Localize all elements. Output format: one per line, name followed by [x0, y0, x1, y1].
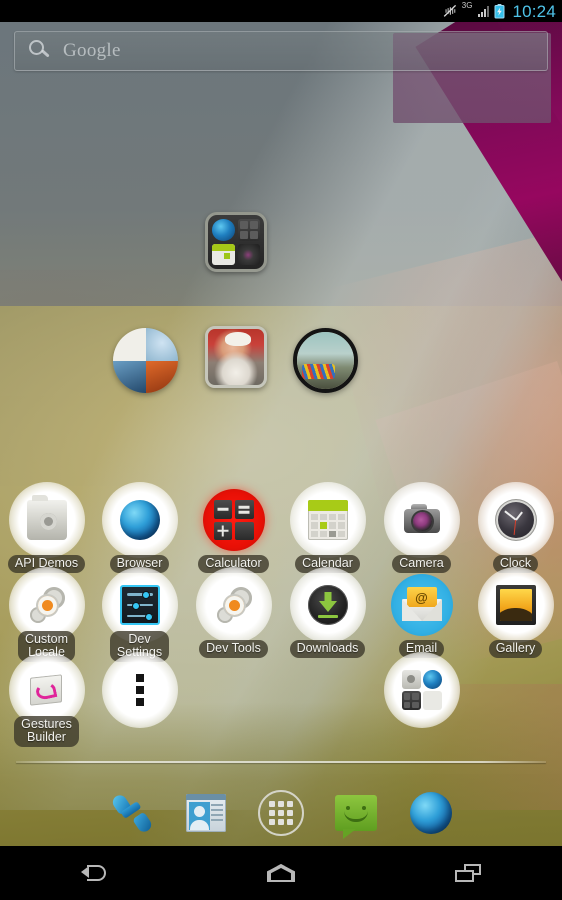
app-gestures-builder[interactable]: Gestures Builder [0, 652, 93, 747]
app-email[interactable]: @ Email [375, 571, 468, 658]
photo-folder-left[interactable] [113, 328, 178, 393]
app-dev-settings[interactable]: Dev Settings [93, 567, 186, 662]
app-grid: API Demos Browser Calculator Calendar Ca… [0, 482, 562, 756]
navigation-bar [0, 846, 562, 900]
email-icon: @ [401, 585, 442, 625]
nav-back-button[interactable] [54, 853, 134, 893]
contacts-icon [186, 794, 226, 832]
app-label: Gestures Builder [14, 716, 79, 747]
calendar-icon [307, 500, 348, 540]
app-downloads[interactable]: Downloads [281, 567, 374, 658]
dock-divider [16, 761, 546, 763]
signal-3g-icon [478, 5, 490, 17]
search-icon [29, 40, 51, 62]
message-icon [335, 795, 377, 839]
overflow-dots-icon [120, 670, 160, 710]
gallery-icon [495, 585, 536, 625]
status-bar-clock: 10:24 [512, 1, 556, 21]
status-bar[interactable]: 3G 10:24 [0, 0, 562, 22]
android-home-screen: 3G 10:24 Google API Demos Browser Calcul… [0, 0, 562, 900]
recents-icon [455, 864, 482, 882]
battery-charging-icon [494, 3, 505, 19]
app-overflow-menu[interactable] [93, 652, 186, 728]
globe-icon [119, 500, 160, 540]
app-calculator[interactable]: Calculator [187, 486, 280, 573]
app-camera[interactable]: Camera [375, 482, 468, 573]
app-calendar[interactable]: Calendar [281, 482, 374, 573]
apps-grid-icon [258, 790, 304, 836]
dock-item-phone[interactable] [100, 784, 162, 842]
calculator-mini-icon [237, 219, 260, 241]
back-arrow-icon [80, 865, 107, 881]
calculator-icon [213, 500, 254, 540]
app-api-demos[interactable]: API Demos [0, 482, 93, 573]
app-gallery[interactable]: Gallery [469, 567, 562, 658]
globe-icon [410, 792, 452, 834]
nav-recents-button[interactable] [428, 853, 508, 893]
app-folder-widget[interactable] [205, 212, 267, 272]
download-icon [307, 585, 348, 625]
app-clock[interactable]: Clock [469, 482, 562, 573]
app-label: Downloads [289, 640, 366, 658]
dock-item-contacts[interactable] [175, 784, 237, 842]
browser-mini-icon [212, 219, 235, 241]
folder-gear-icon [26, 495, 67, 540]
photo-folder-right[interactable] [293, 328, 358, 393]
dock [0, 780, 562, 846]
gestures-builder-icon [27, 670, 67, 710]
clock-icon [495, 500, 536, 540]
camera-mini-icon [237, 243, 260, 265]
dock-item-messaging[interactable] [325, 784, 387, 842]
app-label: Gallery [488, 640, 543, 658]
app-dev-tools[interactable]: Dev Tools [187, 567, 280, 658]
phone-icon [110, 792, 154, 835]
app-folder-unlabeled[interactable] [375, 652, 468, 728]
nav-home-button[interactable] [241, 853, 321, 893]
photo-widget-santa[interactable] [205, 326, 267, 388]
home-icon [266, 864, 295, 882]
dock-item-app-drawer[interactable] [250, 784, 312, 842]
app-browser[interactable]: Browser [93, 482, 186, 573]
wallpaper [0, 0, 562, 900]
app-custom-locale[interactable]: Custom Locale [0, 567, 93, 662]
vibrate-off-icon [443, 4, 457, 18]
dev-settings-icon [119, 585, 160, 625]
search-placeholder: Google [63, 40, 121, 61]
google-search-bar[interactable]: Google [14, 31, 548, 71]
network-type-label: 3G [461, 1, 473, 10]
app-folder-icon [401, 670, 442, 710]
gears-icon [214, 585, 254, 625]
gears-icon [27, 585, 67, 625]
app-label: Dev Tools [199, 640, 268, 658]
dock-item-browser[interactable] [400, 784, 462, 842]
calendar-mini-icon [212, 243, 235, 265]
camera-icon [402, 500, 442, 540]
